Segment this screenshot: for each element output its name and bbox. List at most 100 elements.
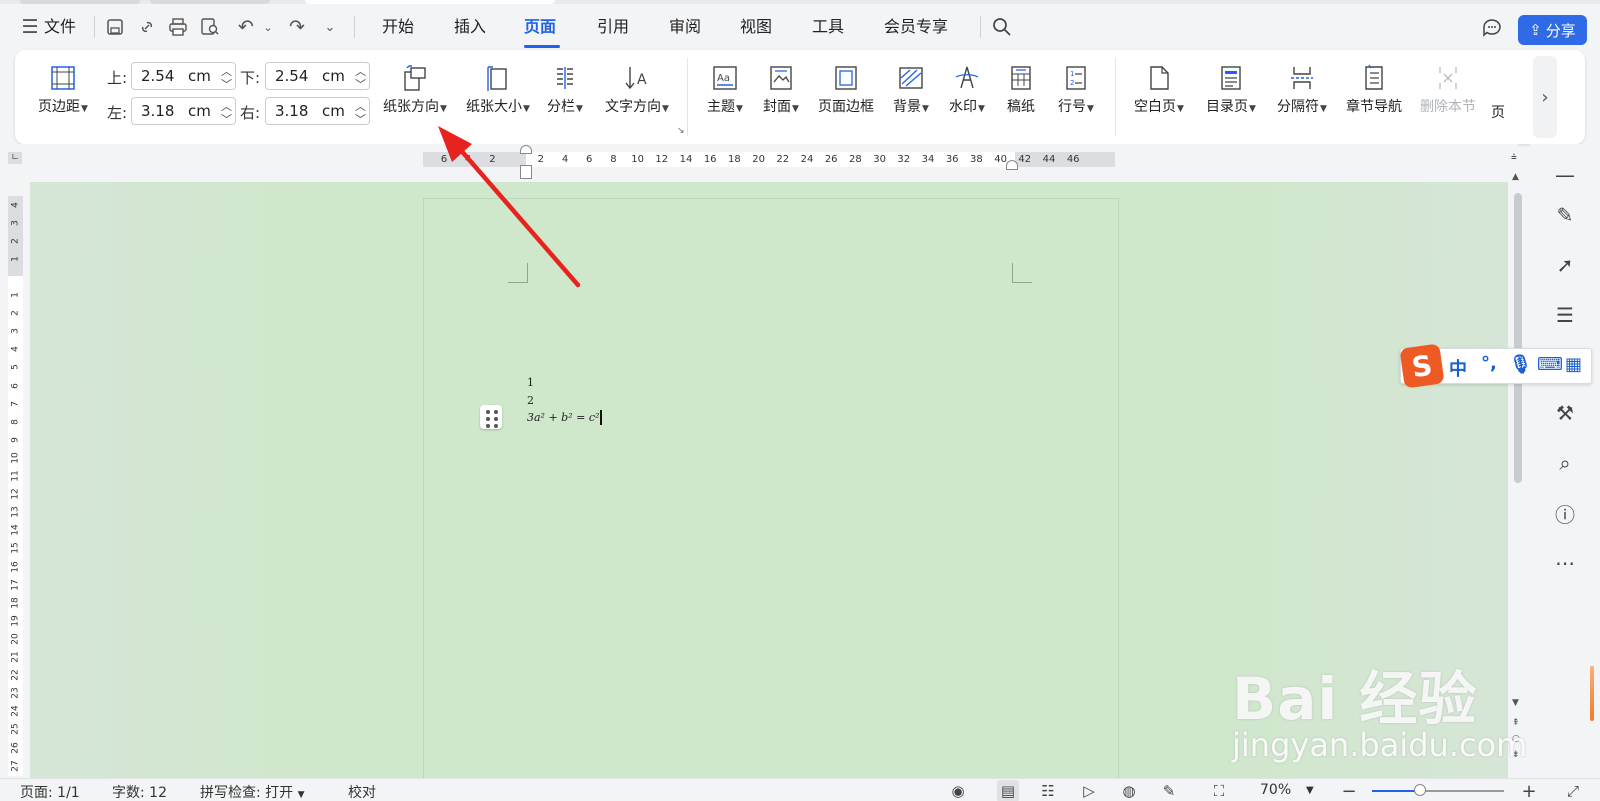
ribbon-clipped-item[interactable]: 页 [1491, 102, 1505, 122]
ime-chinese-mode[interactable]: 中 [1449, 355, 1467, 381]
map-search-icon[interactable]: ⌕ [1550, 448, 1580, 478]
chapter-nav-button[interactable]: 章节导航 [1341, 60, 1407, 118]
scroll-down-icon[interactable]: ▼ [1512, 698, 1519, 708]
outline-view-icon[interactable]: ☷ [1037, 780, 1059, 801]
text-direction-button[interactable]: A 文字方向▼ [599, 60, 675, 118]
tab-page[interactable]: 页面 [524, 14, 556, 40]
top-margin-unit: cm [188, 67, 211, 85]
undo-dropdown-icon[interactable]: ⌄ [254, 13, 282, 41]
left-margin-value: 3.18 [141, 102, 175, 120]
blank-page-button[interactable]: 空白页▼ [1127, 60, 1191, 118]
vertical-ruler[interactable]: 4 3 2 1 1 2 3 4 5 6 7 8 9 10 11 12 13 14 15 16 17 18 19 20 21 22 2… [8, 196, 23, 776]
proofread-button[interactable]: 校对 [348, 782, 376, 801]
scroll-up-icon[interactable]: ▲ [1512, 172, 1519, 182]
zoom-in-icon[interactable]: + [1518, 780, 1540, 801]
web-view-icon[interactable]: ◍ [1118, 780, 1140, 801]
pen-mode-icon[interactable]: ✎ [1158, 780, 1180, 801]
watermark-button[interactable]: 水印▼ [943, 60, 991, 118]
theme-icon: Aa [701, 60, 749, 96]
page-border-label: 页面边框 [818, 99, 874, 115]
keyboard-icon[interactable]: ⌨ [1537, 354, 1563, 375]
page-count[interactable]: 页面: 1/1 [20, 782, 80, 801]
grid-apps-icon[interactable]: ▦ [1565, 354, 1582, 375]
search-icon[interactable] [988, 13, 1016, 41]
page-border-icon [813, 60, 879, 96]
tab-review[interactable]: 审阅 [669, 14, 701, 40]
word-count[interactable]: 字数: 12 [112, 782, 167, 801]
margins-button[interactable]: 页边距▼ [31, 60, 95, 118]
ruler-toggle-icon[interactable]: ⩮ [1511, 152, 1517, 163]
chat-icon[interactable] [1478, 13, 1506, 41]
tab-view[interactable]: 视图 [740, 14, 772, 40]
zoom-out-icon[interactable]: − [1338, 780, 1360, 801]
spin-down-icon[interactable]: ﹀ [221, 111, 232, 127]
collapse-icon[interactable]: — [1550, 160, 1580, 190]
print-icon[interactable] [164, 13, 192, 41]
file-menu[interactable]: 文件 [44, 14, 76, 40]
page-border-button[interactable]: 页面边框 [813, 60, 879, 118]
bottom-margin-input[interactable]: 2.54 cm ︿ ﹀ [265, 62, 370, 92]
share-label: 分享 [1545, 21, 1576, 40]
ruler-number: 12 [10, 488, 21, 500]
scrollbar-thumb[interactable] [1514, 193, 1522, 483]
line-number-button[interactable]: 12 行号▼ [1051, 60, 1101, 118]
tab-insert[interactable]: 插入 [454, 14, 486, 40]
help-icon[interactable]: ⓘ [1550, 498, 1580, 528]
columns-button[interactable]: 分栏▼ [541, 60, 589, 118]
separator-button[interactable]: 分隔符▼ [1271, 60, 1333, 118]
top-margin-input[interactable]: 2.54 cm ︿ ﹀ [131, 62, 236, 92]
tab-start[interactable]: 开始 [382, 14, 414, 40]
fit-page-icon[interactable]: ⛶ [1208, 780, 1230, 801]
adjust-sliders-icon[interactable]: ☰ [1550, 300, 1580, 330]
share-button[interactable]: ⇪ 分享 [1518, 15, 1587, 45]
ime-logo[interactable]: S [1399, 343, 1445, 389]
orientation-button[interactable]: 纸张方向▼ [377, 60, 453, 118]
cover-button[interactable]: 封面▼ [757, 60, 805, 118]
theme-button[interactable]: Aa 主题▼ [701, 60, 749, 118]
spin-down-icon[interactable]: ﹀ [221, 76, 232, 92]
select-cursor-icon[interactable]: ➚ [1550, 250, 1580, 280]
zoom-level[interactable]: 70% [1260, 782, 1291, 798]
paper-size-button[interactable]: 纸张大小▼ [461, 60, 535, 118]
tab-stop-selector[interactable]: ∟ [8, 152, 22, 164]
fullscreen-icon[interactable]: ⤢ [1562, 780, 1584, 801]
spell-check-toggle[interactable]: 拼写检查: 打开 ▼ [200, 782, 305, 801]
ribbon-scroll-right-button[interactable]: › [1533, 56, 1557, 138]
eye-protection-icon[interactable]: ◉ [947, 780, 969, 801]
spin-down-icon[interactable]: ﹀ [355, 76, 366, 92]
play-icon[interactable]: ▷ [1078, 780, 1100, 801]
toc-page-button[interactable]: 目录页▼ [1199, 60, 1263, 118]
microphone-icon[interactable]: 🎙 [1509, 354, 1532, 375]
punctuation-icon[interactable]: °, [1481, 353, 1497, 374]
quick-access-more-icon[interactable]: ⌄ [316, 13, 344, 41]
right-margin-input[interactable]: 3.18 cm ︿ ﹀ [265, 97, 370, 127]
ruler-number: 26 [824, 154, 838, 165]
tab-reference[interactable]: 引用 [597, 14, 629, 40]
right-indent-marker[interactable] [1006, 160, 1018, 170]
paragraph-drag-handle[interactable] [480, 405, 502, 429]
tab-tools[interactable]: 工具 [812, 14, 844, 40]
background-button[interactable]: 背景▼ [887, 60, 935, 118]
equation-line[interactable]: 3a² + b² = c² [527, 411, 599, 424]
tab-member[interactable]: 会员专享 [884, 14, 948, 40]
pen-icon[interactable]: ✎ [1550, 200, 1580, 230]
page-view-icon[interactable]: ▤ [997, 780, 1019, 801]
dialog-launcher-icon[interactable]: ↘ [677, 126, 685, 136]
svg-text:Aa: Aa [717, 73, 730, 84]
document-line[interactable]: 2 [527, 394, 534, 407]
save-icon[interactable] [101, 13, 129, 41]
vertical-scrollbar[interactable]: ▲ ▼ ⇞ ○ ⇟ [1508, 168, 1528, 778]
manuscript-button[interactable]: 稿纸 [999, 60, 1043, 118]
redo-icon[interactable]: ↷ [283, 13, 311, 41]
left-margin-input[interactable]: 3.18 cm ︿ ﹀ [131, 97, 236, 127]
link-icon[interactable] [133, 13, 161, 41]
document-line[interactable]: 1 [527, 376, 534, 389]
chevron-down-icon[interactable]: ▼ [1306, 785, 1314, 796]
more-icon[interactable]: ⋯ [1550, 548, 1580, 578]
theme-label: 主题 [707, 99, 736, 115]
tools-icon[interactable]: ⚒ [1550, 398, 1580, 428]
print-preview-icon[interactable] [196, 13, 224, 41]
hamburger-icon[interactable]: ☰ [16, 13, 44, 41]
zoom-slider-handle[interactable] [1414, 784, 1426, 796]
spin-down-icon[interactable]: ﹀ [355, 111, 366, 127]
